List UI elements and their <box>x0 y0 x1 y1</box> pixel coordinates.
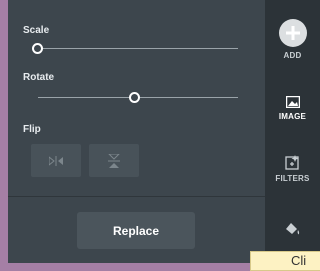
flip-vertical-icon <box>108 153 120 168</box>
tooltip: Cli <box>250 251 320 271</box>
flip-horizontal-button[interactable] <box>31 144 81 177</box>
rail-filters-button[interactable]: FILTERS <box>265 155 320 183</box>
rail-image-label: IMAGE <box>278 112 307 121</box>
rail-fill-button[interactable] <box>265 222 320 236</box>
rail-filters-label: FILTERS <box>275 174 310 183</box>
scale-slider-knob[interactable] <box>32 43 43 54</box>
add-circle <box>278 19 307 47</box>
fill-icon <box>285 223 299 235</box>
rail-add-button[interactable]: ADD <box>265 19 320 60</box>
image-icon <box>285 96 300 108</box>
flip-label: Flip <box>23 124 41 135</box>
replace-button[interactable]: Replace <box>77 212 195 249</box>
scale-label: Scale <box>23 25 50 36</box>
flip-vertical-button[interactable] <box>89 144 139 177</box>
filters-icon <box>285 155 299 170</box>
flip-horizontal-icon <box>49 155 63 166</box>
rotate-label: Rotate <box>23 72 55 83</box>
scale-slider-track[interactable] <box>38 48 238 49</box>
rail-image-button[interactable]: IMAGE <box>265 96 320 121</box>
rail-add-label: ADD <box>283 51 302 60</box>
plus-icon <box>285 26 300 40</box>
rotate-slider-knob[interactable] <box>129 92 140 103</box>
panel-divider <box>8 196 265 197</box>
